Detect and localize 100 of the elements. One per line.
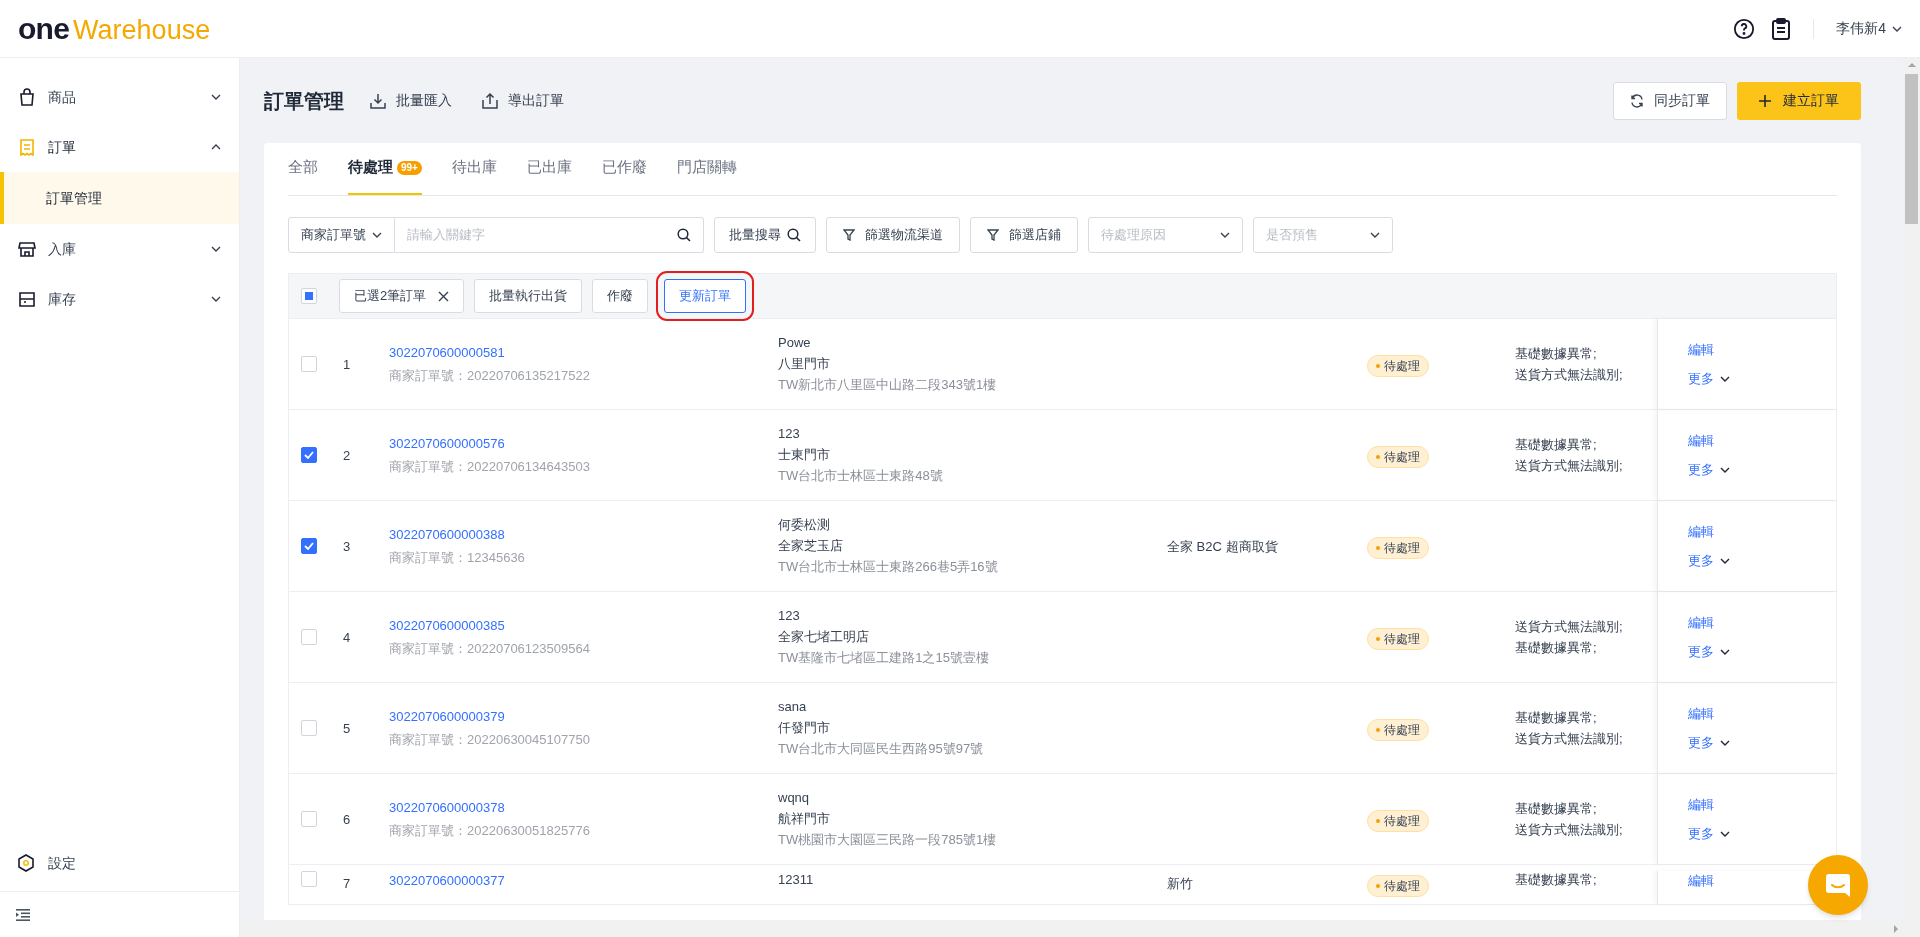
scroll-right-icon[interactable] <box>1893 924 1899 933</box>
toolbar-link[interactable]: 批量匯入 <box>370 90 452 111</box>
row-number: 5 <box>343 721 351 736</box>
scroll-up-icon[interactable] <box>1907 62 1916 68</box>
issue-reason: 基礎數據異常; <box>1515 344 1598 363</box>
clipboard-icon[interactable] <box>1771 17 1792 40</box>
tab[interactable]: 已作廢 <box>601 142 647 195</box>
sidebar-item[interactable]: 庫存 <box>48 288 76 310</box>
more-link[interactable]: 更多 <box>1688 733 1730 753</box>
caret-icon <box>1720 648 1730 655</box>
recipient-name: sana <box>778 698 808 716</box>
issue-reason: 送貨方式無法識別; <box>1515 820 1624 839</box>
close-icon[interactable] <box>438 290 450 302</box>
merchant-order-number: 商家訂單號：20220706134643503 <box>389 458 591 476</box>
check-icon <box>304 451 314 459</box>
order-number-link[interactable]: 3022070600000379 <box>389 706 505 726</box>
store-name: 八里門市 <box>778 355 831 373</box>
issue-reason: 基礎數據異常; <box>1515 638 1598 657</box>
sidebar-item[interactable]: 訂單 <box>48 136 76 158</box>
page-title: 訂單管理 <box>264 88 344 114</box>
collapse-menu-icon[interactable] <box>16 908 30 921</box>
more-link[interactable]: 更多 <box>1688 551 1730 571</box>
row-number: 6 <box>343 812 351 827</box>
issue-reason: 送貨方式無法識別; <box>1515 456 1624 475</box>
edit-link[interactable]: 編輯 <box>1688 703 1714 723</box>
edit-link[interactable]: 編輯 <box>1688 612 1714 632</box>
issue-reason: 送貨方式無法識別; <box>1515 617 1624 636</box>
row-number: 2 <box>343 448 351 463</box>
batch-action-button[interactable]: 批量執行出貨 <box>474 279 583 313</box>
batch-action-button[interactable]: 作廢 <box>592 279 649 313</box>
field-select[interactable]: 商家訂單號 <box>288 217 395 253</box>
merchant-order-number: 商家訂單號：20220630051825776 <box>389 822 591 840</box>
upload-icon <box>482 92 498 109</box>
tab[interactable]: 門店關轉 <box>676 142 737 195</box>
search-field[interactable]: 請輸入關鍵字 <box>395 217 704 253</box>
store-name: 士東門市 <box>778 446 831 464</box>
tab[interactable]: 待出庫 <box>451 142 497 195</box>
issue-reason: 基礎數據異常; <box>1515 708 1598 727</box>
row-number: 4 <box>343 630 351 645</box>
status-badge: 待處理 <box>1367 875 1429 897</box>
caret-icon <box>1720 375 1730 382</box>
filter-button[interactable]: 篩選物流渠道 <box>826 217 960 253</box>
sidebar-item[interactable]: 設定 <box>48 852 76 874</box>
caret-icon <box>1892 25 1902 32</box>
recipient-name: 123 <box>778 425 801 443</box>
user-menu[interactable]: 李伟新4 <box>1836 18 1902 39</box>
search-icon <box>787 228 801 242</box>
order-number-link[interactable]: 3022070600000576 <box>389 433 505 453</box>
status-badge: 待處理 <box>1367 810 1429 832</box>
bag-icon <box>18 88 36 106</box>
vertical-scrollbar[interactable] <box>1903 58 1920 937</box>
row-checkbox[interactable] <box>301 447 317 463</box>
toolbar-link[interactable]: 導出訂單 <box>482 90 564 111</box>
more-link[interactable]: 更多 <box>1688 369 1730 389</box>
tab[interactable]: 已出庫 <box>526 142 572 195</box>
status-badge: 待處理 <box>1367 719 1429 741</box>
filter-button[interactable]: 篩選店鋪 <box>970 217 1078 253</box>
status-badge: 待處理 <box>1367 628 1429 650</box>
select-all-checkbox[interactable] <box>301 288 317 304</box>
edit-link[interactable]: 編輯 <box>1688 430 1714 450</box>
order-number-link[interactable]: 3022070600000377 <box>389 871 505 891</box>
order-number-link[interactable]: 3022070600000378 <box>389 797 505 817</box>
create-order-button[interactable]: 建立訂單 <box>1737 81 1861 120</box>
recipient-name: Powe <box>778 334 812 352</box>
edit-link[interactable]: 編輯 <box>1688 871 1714 891</box>
refresh-icon <box>1630 93 1644 108</box>
merchant-order-number: 商家訂單號：12345636 <box>389 549 526 567</box>
status-badge: 待處理 <box>1367 537 1429 559</box>
edit-link[interactable]: 編輯 <box>1688 521 1714 541</box>
caret-icon <box>1720 466 1730 473</box>
horizontal-scrollbar[interactable] <box>240 920 1903 937</box>
search-input[interactable]: 請輸入關鍵字 <box>407 225 677 245</box>
order-number-link[interactable]: 3022070600000388 <box>389 524 505 544</box>
tab[interactable]: 待處理 99+ <box>348 142 422 195</box>
logistics-channel: 全家 B2C 超商取貨 <box>1167 539 1278 554</box>
logistics-channel: 新竹 <box>1167 876 1193 891</box>
recipient-name: 何委松测 <box>778 516 831 534</box>
sidebar-item[interactable]: 商品 <box>48 86 76 108</box>
order-number-link[interactable]: 3022070600000385 <box>389 615 505 635</box>
sidebar-subitem[interactable]: 訂單管理 <box>0 172 239 224</box>
more-link[interactable]: 更多 <box>1688 824 1730 844</box>
filter-icon <box>987 229 999 241</box>
help-icon[interactable] <box>1733 17 1756 40</box>
scrollbar-thumb[interactable] <box>1905 74 1918 224</box>
more-link[interactable]: 更多 <box>1688 642 1730 662</box>
recipient-address: TW桃園市大園區三民路一段785號1樓 <box>778 831 998 849</box>
edit-link[interactable]: 編輯 <box>1688 794 1714 814</box>
more-link[interactable]: 更多 <box>1688 460 1730 480</box>
caret-icon <box>1720 557 1730 564</box>
filter-icon <box>843 229 855 241</box>
search-icon <box>677 228 691 242</box>
edit-link[interactable]: 編輯 <box>1688 339 1714 359</box>
row-checkbox[interactable] <box>301 538 317 554</box>
tab[interactable]: 全部 <box>288 142 318 195</box>
order-number-link[interactable]: 3022070600000581 <box>389 342 505 362</box>
sync-button[interactable]: 同步訂單 <box>1613 81 1727 120</box>
batch-search-button[interactable]: 批量搜尋 <box>714 217 816 253</box>
recipient-name: 123 <box>778 607 801 625</box>
recipient-address: TW台北市士林區士東路266巷5弄16號 <box>778 558 999 576</box>
sidebar-item[interactable]: 入庫 <box>48 238 76 260</box>
